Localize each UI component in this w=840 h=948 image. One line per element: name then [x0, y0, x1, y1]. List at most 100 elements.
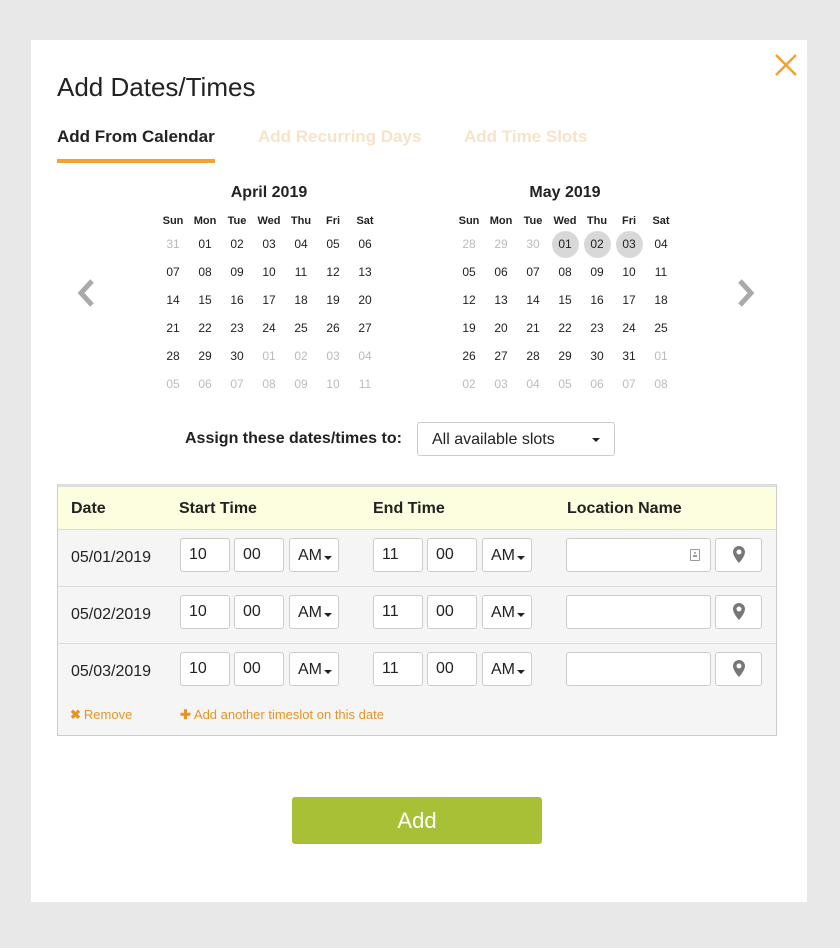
calendar-day[interactable]: 05 — [157, 370, 189, 398]
location-pin-button[interactable] — [715, 595, 762, 629]
close-icon[interactable] — [772, 51, 800, 79]
calendar-day[interactable]: 06 — [189, 370, 221, 398]
calendar-day[interactable]: 22 — [189, 314, 221, 342]
calendar-day[interactable]: 14 — [517, 286, 549, 314]
calendar-day[interactable]: 07 — [517, 258, 549, 286]
calendar-day[interactable]: 01 — [253, 342, 285, 370]
chevron-right-icon[interactable] — [735, 276, 757, 310]
calendar-day[interactable]: 19 — [317, 286, 349, 314]
calendar-day[interactable]: 23 — [221, 314, 253, 342]
calendar-day[interactable]: 06 — [485, 258, 517, 286]
start-ampm-select[interactable]: AM — [289, 652, 339, 686]
calendar-day[interactable]: 29 — [549, 342, 581, 370]
end-hour-input[interactable] — [373, 652, 423, 686]
start-hour-input[interactable] — [180, 652, 230, 686]
calendar-day[interactable]: 01 — [189, 230, 221, 258]
calendar-day[interactable]: 09 — [221, 258, 253, 286]
calendar-day[interactable]: 07 — [221, 370, 253, 398]
calendar-day-selected[interactable]: 01 — [549, 230, 581, 258]
tab-add-recurring-days[interactable]: Add Recurring Days — [258, 127, 421, 147]
calendar-day[interactable]: 18 — [285, 286, 317, 314]
calendar-day[interactable]: 14 — [157, 286, 189, 314]
calendar-day[interactable]: 10 — [253, 258, 285, 286]
calendar-day[interactable]: 12 — [453, 286, 485, 314]
start-minute-input[interactable] — [234, 595, 284, 629]
calendar-day[interactable]: 25 — [285, 314, 317, 342]
calendar-day[interactable]: 28 — [157, 342, 189, 370]
calendar-day[interactable]: 26 — [453, 342, 485, 370]
calendar-day[interactable]: 17 — [613, 286, 645, 314]
calendar-day[interactable]: 30 — [581, 342, 613, 370]
calendar-day[interactable]: 05 — [453, 258, 485, 286]
start-hour-input[interactable] — [180, 538, 230, 572]
calendar-day[interactable]: 16 — [581, 286, 613, 314]
start-hour-input[interactable] — [180, 595, 230, 629]
calendar-day[interactable]: 27 — [485, 342, 517, 370]
calendar-day[interactable]: 03 — [317, 342, 349, 370]
add-timeslot-link[interactable]: ✚ Add another timeslot on this date — [180, 707, 384, 723]
end-ampm-select[interactable]: AM — [482, 652, 532, 686]
calendar-day[interactable]: 21 — [517, 314, 549, 342]
calendar-day[interactable]: 15 — [189, 286, 221, 314]
calendar-day[interactable]: 31 — [613, 342, 645, 370]
end-hour-input[interactable] — [373, 595, 423, 629]
location-name-input[interactable] — [566, 595, 711, 629]
calendar-day[interactable]: 04 — [349, 342, 381, 370]
location-name-input[interactable] — [566, 538, 711, 572]
calendar-day[interactable]: 02 — [285, 342, 317, 370]
calendar-day[interactable]: 27 — [349, 314, 381, 342]
calendar-day[interactable]: 04 — [285, 230, 317, 258]
calendar-day-selected[interactable]: 03 — [613, 230, 645, 258]
calendar-day[interactable]: 24 — [613, 314, 645, 342]
calendar-day[interactable]: 03 — [485, 370, 517, 398]
calendar-day-selected[interactable]: 02 — [581, 230, 613, 258]
assign-select[interactable]: All available slots — [417, 422, 615, 456]
calendar-day[interactable]: 10 — [317, 370, 349, 398]
calendar-day[interactable]: 22 — [549, 314, 581, 342]
calendar-day[interactable]: 13 — [485, 286, 517, 314]
end-ampm-select[interactable]: AM — [482, 538, 532, 572]
calendar-day[interactable]: 29 — [485, 230, 517, 258]
end-minute-input[interactable] — [427, 538, 477, 572]
calendar-day[interactable]: 29 — [189, 342, 221, 370]
calendar-day[interactable]: 08 — [645, 370, 677, 398]
start-ampm-select[interactable]: AM — [289, 595, 339, 629]
calendar-day[interactable]: 20 — [349, 286, 381, 314]
calendar-day[interactable]: 28 — [517, 342, 549, 370]
calendar-day[interactable]: 11 — [349, 370, 381, 398]
location-pin-button[interactable] — [715, 538, 762, 572]
calendar-day[interactable]: 20 — [485, 314, 517, 342]
calendar-day[interactable]: 11 — [645, 258, 677, 286]
remove-link[interactable]: ✖ Remove — [70, 707, 132, 723]
calendar-day[interactable]: 06 — [349, 230, 381, 258]
calendar-day[interactable]: 26 — [317, 314, 349, 342]
calendar-day[interactable]: 24 — [253, 314, 285, 342]
calendar-day[interactable]: 16 — [221, 286, 253, 314]
calendar-day[interactable]: 19 — [453, 314, 485, 342]
calendar-day[interactable]: 08 — [549, 258, 581, 286]
calendar-day[interactable]: 08 — [189, 258, 221, 286]
location-pin-button[interactable] — [715, 652, 762, 686]
chevron-left-icon[interactable] — [75, 276, 97, 310]
start-minute-input[interactable] — [234, 652, 284, 686]
location-name-input[interactable] — [566, 652, 711, 686]
calendar-day[interactable]: 13 — [349, 258, 381, 286]
calendar-day[interactable]: 10 — [613, 258, 645, 286]
calendar-day[interactable]: 06 — [581, 370, 613, 398]
end-hour-input[interactable] — [373, 538, 423, 572]
calendar-day[interactable]: 07 — [613, 370, 645, 398]
calendar-day[interactable]: 17 — [253, 286, 285, 314]
calendar-day[interactable]: 07 — [157, 258, 189, 286]
contact-card-icon[interactable] — [690, 549, 700, 561]
calendar-day[interactable]: 11 — [285, 258, 317, 286]
calendar-day[interactable]: 28 — [453, 230, 485, 258]
start-minute-input[interactable] — [234, 538, 284, 572]
tab-add-from-calendar[interactable]: Add From Calendar — [57, 127, 215, 163]
calendar-day[interactable]: 25 — [645, 314, 677, 342]
end-minute-input[interactable] — [427, 595, 477, 629]
calendar-day[interactable]: 05 — [549, 370, 581, 398]
calendar-day[interactable]: 15 — [549, 286, 581, 314]
calendar-day[interactable]: 18 — [645, 286, 677, 314]
calendar-day[interactable]: 31 — [157, 230, 189, 258]
calendar-day[interactable]: 05 — [317, 230, 349, 258]
